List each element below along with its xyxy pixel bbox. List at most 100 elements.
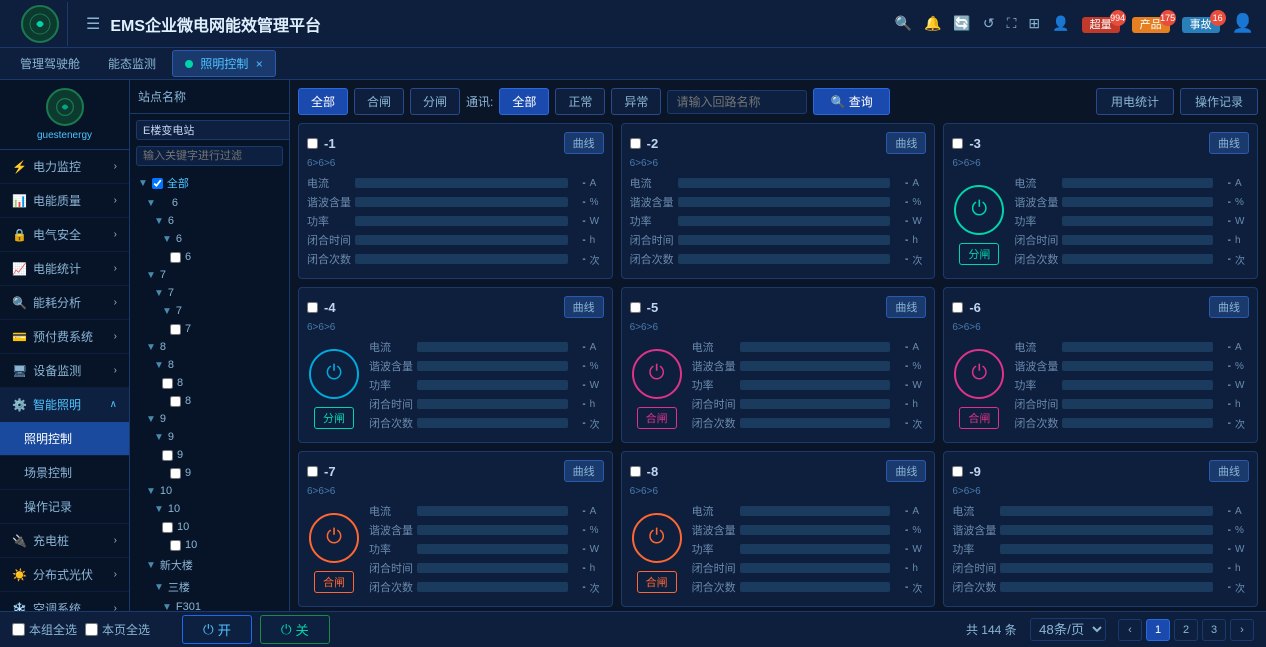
- op-record-btn[interactable]: 操作记录: [1180, 88, 1258, 115]
- tree-node-9-2[interactable]: ▼ 9: [130, 428, 289, 446]
- node-checkbox-10-3[interactable]: [162, 522, 173, 533]
- power-button[interactable]: ⏻: [309, 513, 359, 563]
- sidebar-item-changjing[interactable]: 场景控制: [0, 456, 129, 490]
- group-select-checkbox[interactable]: [12, 623, 25, 636]
- sidebar-item-dianneng[interactable]: 📊 电能质量 ›: [0, 184, 129, 218]
- nav-tab-guanli[interactable]: 管理驾驶舱: [8, 51, 92, 76]
- badge-chanpin[interactable]: 产品 175: [1132, 16, 1170, 32]
- filter-all[interactable]: 全部: [298, 88, 348, 115]
- page-select-label[interactable]: 本页全选: [85, 621, 150, 638]
- curve-button[interactable]: 曲线: [886, 132, 926, 154]
- tree-station-input[interactable]: [136, 120, 290, 140]
- power-button[interactable]: ⏻: [309, 349, 359, 399]
- circuit-name-input[interactable]: [667, 90, 807, 114]
- badge-chaoliang[interactable]: 超量 994: [1082, 16, 1120, 32]
- user-icon[interactable]: 👤: [1052, 15, 1069, 32]
- off-button[interactable]: ⏻ 关: [260, 615, 330, 644]
- power-button[interactable]: ⏻: [954, 349, 1004, 399]
- sidebar-item-dianli[interactable]: ⚡ 电力监控 ›: [0, 150, 129, 184]
- query-button[interactable]: 🔍 查询: [813, 88, 889, 115]
- comm-abnormal[interactable]: 异常: [611, 88, 661, 115]
- tree-node-xindl[interactable]: ▼ 新大楼: [130, 554, 289, 576]
- hamburger-icon[interactable]: ☰: [86, 14, 100, 34]
- curve-button[interactable]: 曲线: [1209, 132, 1249, 154]
- search-icon[interactable]: 🔍: [895, 15, 912, 32]
- tree-node-sanlou1[interactable]: ▼ 三楼: [130, 576, 289, 598]
- node-checkbox-9-4[interactable]: [170, 468, 181, 479]
- curve-button[interactable]: 曲线: [564, 460, 604, 482]
- card-checkbox[interactable]: [630, 466, 641, 477]
- profile-icon[interactable]: 👤: [1232, 13, 1254, 34]
- node-checkbox-all[interactable]: [152, 178, 163, 189]
- tree-node-7-3[interactable]: ▼ 7: [130, 302, 289, 320]
- sidebar-item-caozuo[interactable]: 操作记录: [0, 490, 129, 524]
- page-size-select[interactable]: 48条/页 24条/页 96条/页: [1030, 618, 1106, 641]
- reload-icon[interactable]: ↺: [983, 15, 995, 32]
- grid-icon[interactable]: ⊞: [1028, 15, 1040, 32]
- tree-node-7-4[interactable]: 7: [130, 320, 289, 338]
- node-checkbox-6-4[interactable]: [170, 252, 181, 263]
- comm-all[interactable]: 全部: [499, 88, 549, 115]
- tree-node-6-2[interactable]: ▼ 6: [130, 212, 289, 230]
- node-checkbox-8-3[interactable]: [162, 378, 173, 389]
- curve-button[interactable]: 曲线: [564, 132, 604, 154]
- badge-shigu[interactable]: 事故 16: [1182, 16, 1220, 32]
- group-select-label[interactable]: 本组全选: [12, 621, 77, 638]
- tree-node-10-3[interactable]: 10: [130, 518, 289, 536]
- sidebar-item-dianneng2[interactable]: 📈 电能统计 ›: [0, 252, 129, 286]
- power-stats-btn[interactable]: 用电统计: [1096, 88, 1174, 115]
- sidebar-item-zhaoming-ctrl[interactable]: 照明控制: [0, 422, 129, 456]
- tree-node-9-3[interactable]: 9: [130, 446, 289, 464]
- sidebar-item-zhineng[interactable]: ⚙️ 智能照明 ∧: [0, 388, 129, 422]
- tree-node-6-3[interactable]: ▼ 6: [130, 230, 289, 248]
- comm-normal[interactable]: 正常: [555, 88, 605, 115]
- node-checkbox-10-4[interactable]: [170, 540, 181, 551]
- page-3-btn[interactable]: 3: [1202, 619, 1226, 641]
- power-button[interactable]: ⏻: [632, 513, 682, 563]
- power-button[interactable]: ⏻: [954, 185, 1004, 235]
- tree-node-8-3[interactable]: 8: [130, 374, 289, 392]
- page-2-btn[interactable]: 2: [1174, 619, 1198, 641]
- prev-page-btn[interactable]: ‹: [1118, 619, 1142, 641]
- tree-node-8-2[interactable]: ▼ 8: [130, 356, 289, 374]
- card-checkbox[interactable]: [952, 138, 963, 149]
- tree-node-9-1[interactable]: ▼ 9: [130, 410, 289, 428]
- next-page-btn[interactable]: ›: [1230, 619, 1254, 641]
- tree-node-8-1[interactable]: ▼ 8: [130, 338, 289, 356]
- refresh-icon[interactable]: 🔄: [953, 15, 970, 32]
- node-checkbox-9-3[interactable]: [162, 450, 173, 461]
- card-checkbox[interactable]: [952, 302, 963, 313]
- sidebar-item-shebei[interactable]: 🖥 设备监测 ›: [0, 354, 129, 388]
- nav-tab-zhaoming[interactable]: 照明控制 ×: [172, 50, 276, 77]
- sidebar-item-yufufei[interactable]: 💳 预付费系统 ›: [0, 320, 129, 354]
- tree-node-9-4[interactable]: 9: [130, 464, 289, 482]
- tree-node-all[interactable]: ▼ 全部: [130, 172, 289, 194]
- page-select-checkbox[interactable]: [85, 623, 98, 636]
- sidebar-item-chongdian[interactable]: 🔌 充电桩 ›: [0, 524, 129, 558]
- curve-button[interactable]: 曲线: [1209, 296, 1249, 318]
- tree-node-10-2[interactable]: ▼ 10: [130, 500, 289, 518]
- card-checkbox[interactable]: [307, 138, 318, 149]
- bell-icon[interactable]: 🔔: [924, 15, 941, 32]
- curve-button[interactable]: 曲线: [886, 296, 926, 318]
- tree-node-10-4[interactable]: 10: [130, 536, 289, 554]
- nav-tab-nengta[interactable]: 能态监测: [96, 51, 168, 76]
- tree-node-10-1[interactable]: ▼ 10: [130, 482, 289, 500]
- power-button[interactable]: ⏻: [632, 349, 682, 399]
- tree-node-6-4[interactable]: 6: [130, 248, 289, 266]
- tree-node-7-2[interactable]: ▼ 7: [130, 284, 289, 302]
- node-checkbox-7-4[interactable]: [170, 324, 181, 335]
- curve-button[interactable]: 曲线: [886, 460, 926, 482]
- card-checkbox[interactable]: [307, 466, 318, 477]
- fullscreen-icon[interactable]: ⛶: [1007, 15, 1017, 32]
- sidebar-item-dianqi[interactable]: 🔒 电气安全 ›: [0, 218, 129, 252]
- card-checkbox[interactable]: [952, 466, 963, 477]
- card-checkbox[interactable]: [307, 302, 318, 313]
- tree-node-6-1[interactable]: ▼ 6: [130, 194, 289, 212]
- curve-button[interactable]: 曲线: [564, 296, 604, 318]
- card-checkbox[interactable]: [630, 302, 641, 313]
- filter-fenzha[interactable]: 分闸: [410, 88, 460, 115]
- page-1-btn[interactable]: 1: [1146, 619, 1170, 641]
- curve-button[interactable]: 曲线: [1209, 460, 1249, 482]
- tree-node-7-1[interactable]: ▼ 7: [130, 266, 289, 284]
